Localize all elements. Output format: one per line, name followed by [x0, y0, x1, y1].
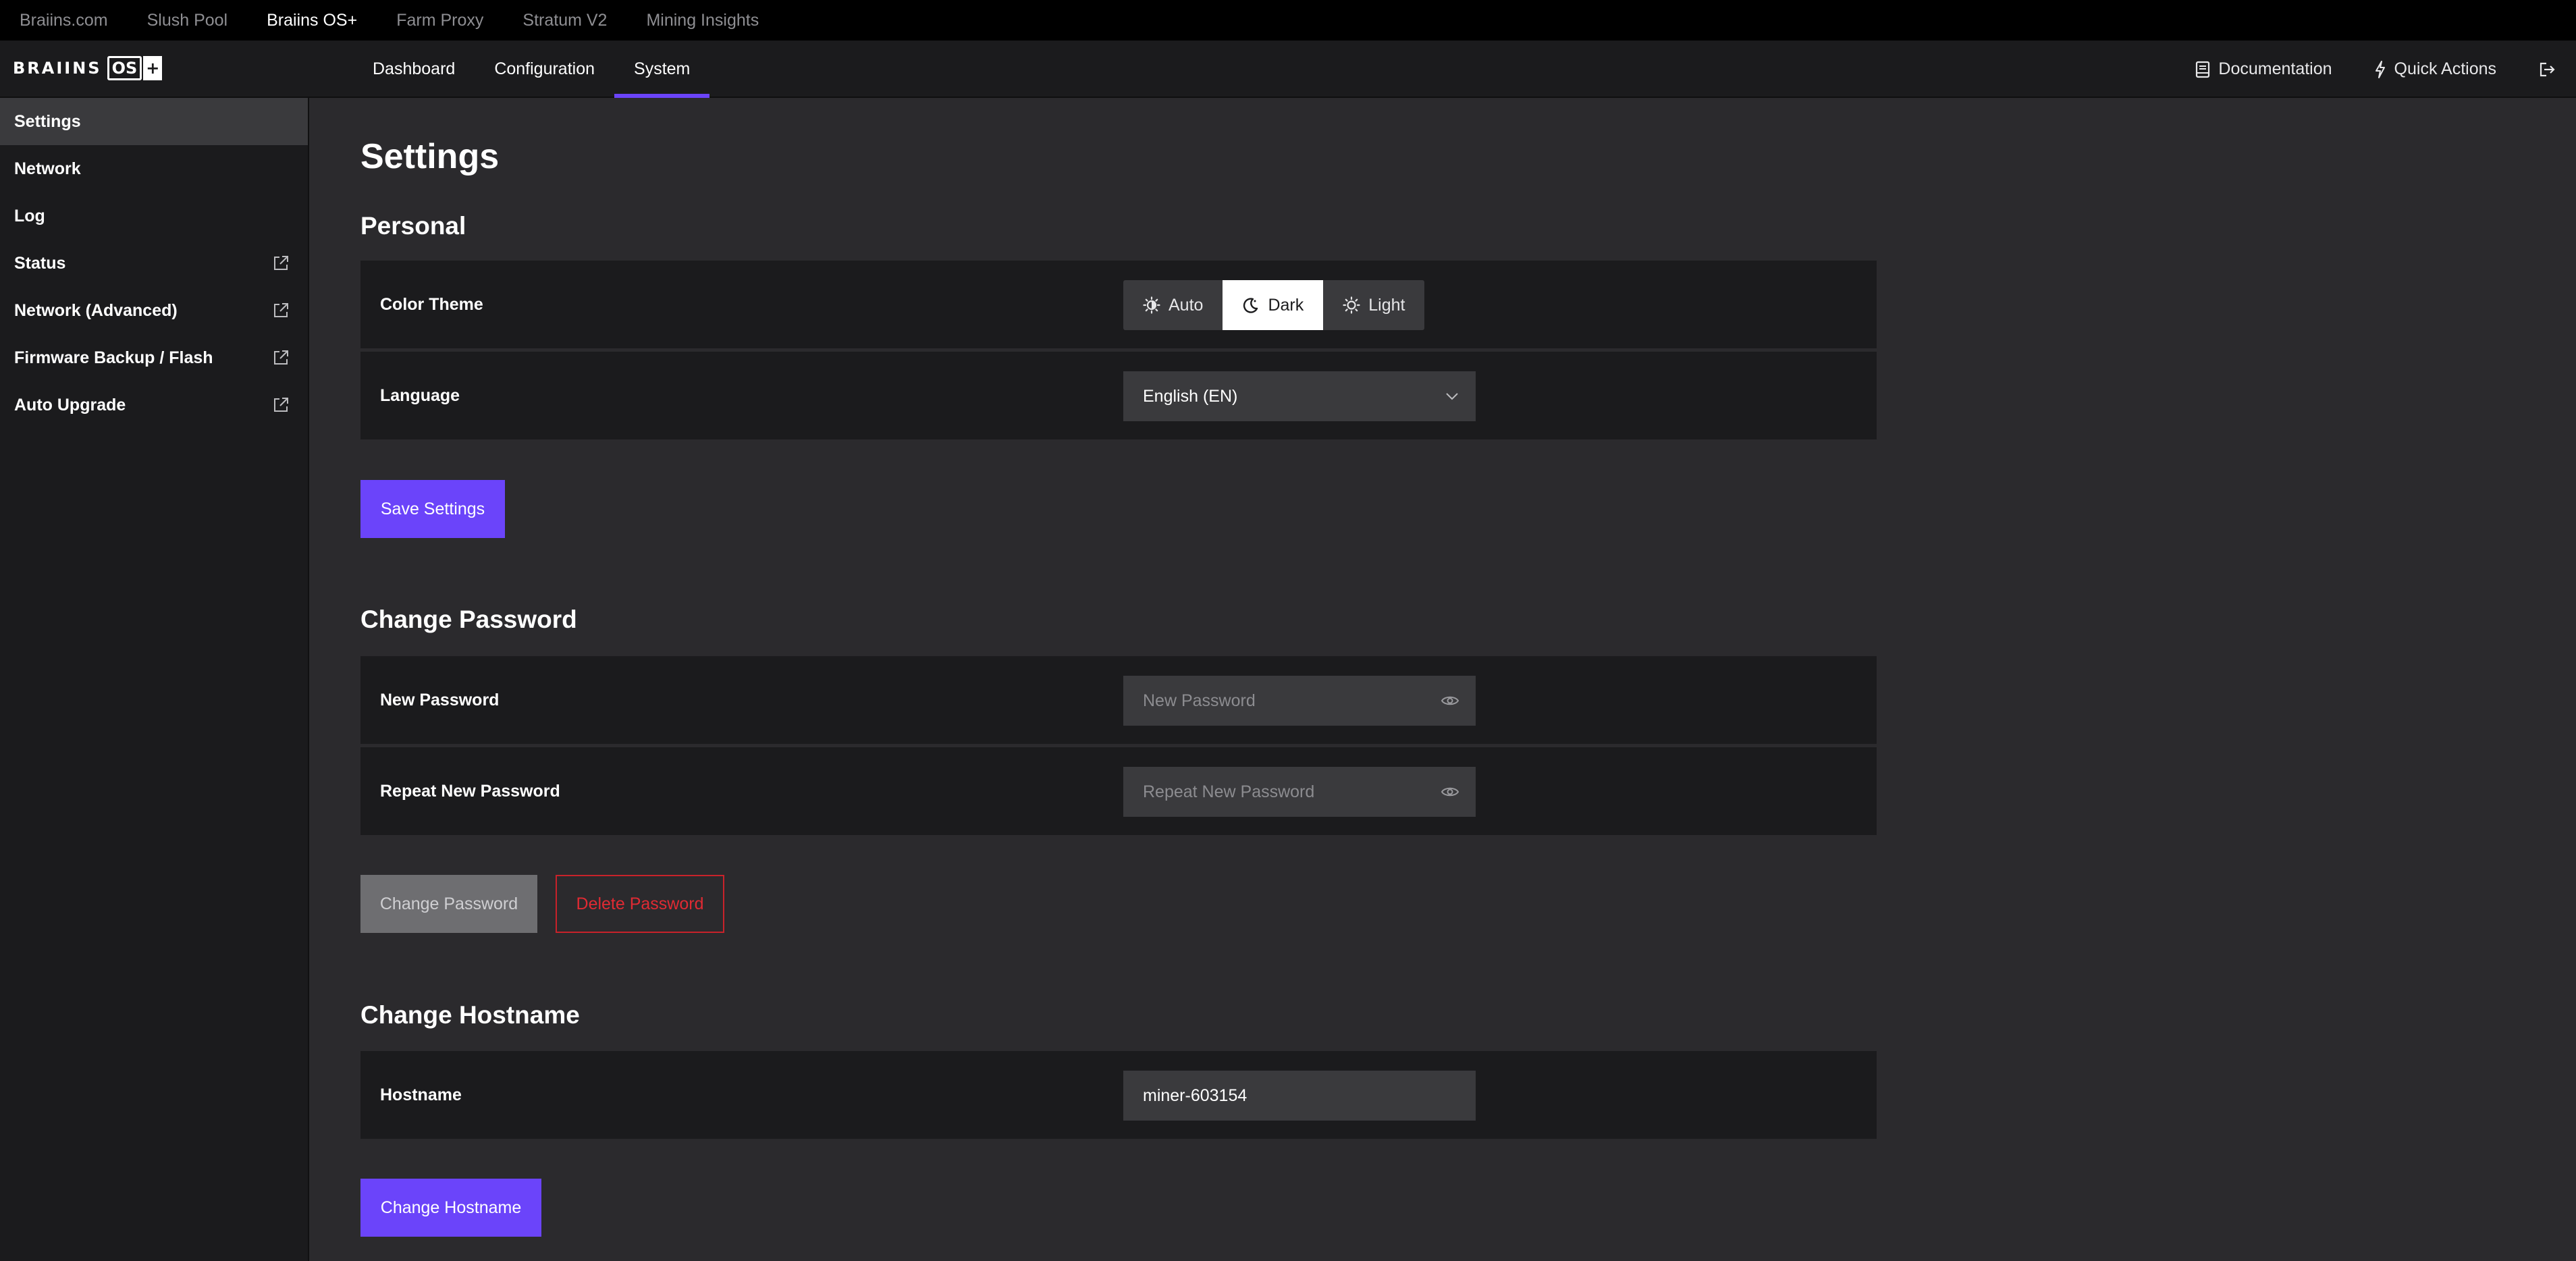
- language-label: Language: [380, 385, 460, 405]
- lightning-icon: [2375, 60, 2385, 78]
- page-title: Settings: [360, 137, 500, 176]
- repeat-password-input[interactable]: Repeat New Password: [1123, 767, 1476, 817]
- sidebar-item-label: Auto Upgrade: [14, 395, 126, 414]
- repeat-password-label: Repeat New Password: [380, 781, 560, 801]
- main-nav: Dashboard Configuration System: [353, 41, 710, 98]
- theme-light-label: Light: [1368, 295, 1405, 315]
- change-password-button[interactable]: Change Password: [360, 875, 537, 933]
- topbar-link-mining-insights[interactable]: Mining Insights: [646, 11, 759, 30]
- repeat-password-placeholder: Repeat New Password: [1143, 782, 1315, 801]
- external-link-icon: [274, 350, 288, 365]
- external-link-icon: [274, 398, 288, 412]
- auto-theme-icon: [1143, 296, 1160, 314]
- theme-light-button[interactable]: Light: [1323, 280, 1424, 330]
- topbar-link-slush-pool[interactable]: Slush Pool: [147, 11, 228, 30]
- sidebar-item-status[interactable]: Status: [0, 240, 308, 287]
- top-bar: Braiins.com Slush Pool Braiins OS+ Farm …: [0, 0, 2576, 41]
- hostname-row: Hostname miner-603154: [360, 1051, 1877, 1139]
- book-icon: [2196, 61, 2210, 78]
- hostname-input[interactable]: miner-603154: [1123, 1071, 1476, 1121]
- language-control: English (EN): [1123, 371, 1476, 421]
- sidebar-item-log[interactable]: Log: [0, 192, 308, 240]
- change-hostname-button[interactable]: Change Hostname: [360, 1179, 541, 1237]
- quick-actions-button[interactable]: Quick Actions: [2374, 59, 2496, 79]
- new-password-label: New Password: [380, 690, 500, 709]
- sidebar-item-label: Network: [14, 159, 81, 178]
- quick-actions-label: Quick Actions: [2394, 59, 2496, 78]
- external-link-icon: [274, 256, 288, 270]
- sidebar: Settings Network Log Status Network (Adv…: [0, 98, 309, 1261]
- new-password-placeholder: New Password: [1143, 691, 1256, 710]
- sidebar-item-label: Log: [14, 206, 45, 225]
- sun-icon: [1343, 296, 1360, 314]
- hostname-value: miner-603154: [1143, 1085, 1247, 1105]
- app-header: BRAIINS OS + Dashboard Configuration Sys…: [0, 41, 2576, 98]
- hostname-control: miner-603154: [1123, 1071, 1476, 1121]
- section-title-change-password: Change Password: [360, 606, 577, 633]
- documentation-label: Documentation: [2218, 59, 2332, 78]
- new-password-input[interactable]: New Password: [1123, 676, 1476, 726]
- eye-icon[interactable]: [1441, 785, 1459, 799]
- nav-tab-system[interactable]: System: [614, 41, 710, 98]
- new-password-row: New Password New Password: [360, 656, 1877, 744]
- sidebar-item-settings[interactable]: Settings: [0, 98, 308, 145]
- logout-button[interactable]: [2538, 61, 2556, 78]
- language-select[interactable]: English (EN): [1123, 371, 1476, 421]
- color-theme-control: Auto Dark Light: [1123, 280, 1425, 330]
- theme-dark-label: Dark: [1268, 295, 1304, 315]
- topbar-link-braiins-os[interactable]: Braiins OS+: [267, 11, 357, 30]
- braiins-os-logo[interactable]: BRAIINS OS +: [13, 55, 163, 81]
- chevron-down-icon: [1446, 393, 1458, 400]
- moon-icon: [1243, 298, 1258, 313]
- documentation-link[interactable]: Documentation: [2195, 59, 2332, 79]
- theme-dark-button[interactable]: Dark: [1223, 280, 1324, 330]
- nav-tab-dashboard[interactable]: Dashboard: [353, 41, 475, 98]
- topbar-link-farm-proxy[interactable]: Farm Proxy: [396, 11, 483, 30]
- section-title-personal: Personal: [360, 212, 466, 240]
- external-link-icon: [274, 303, 288, 317]
- sidebar-item-label: Status: [14, 253, 66, 273]
- topbar-link-stratum-v2[interactable]: Stratum V2: [522, 11, 607, 30]
- repeat-password-row: Repeat New Password Repeat New Password: [360, 747, 1877, 835]
- sidebar-item-label: Settings: [14, 111, 81, 131]
- topbar-link-braiins[interactable]: Braiins.com: [20, 11, 108, 30]
- language-row: Language English (EN): [360, 352, 1877, 439]
- sidebar-item-network-advanced[interactable]: Network (Advanced): [0, 287, 308, 334]
- color-theme-row: Color Theme Auto Dark Light: [360, 261, 1877, 348]
- sidebar-item-auto-upgrade[interactable]: Auto Upgrade: [0, 381, 308, 429]
- sidebar-item-firmware-backup[interactable]: Firmware Backup / Flash: [0, 334, 308, 381]
- logo-plus: +: [143, 56, 163, 80]
- section-title-change-hostname: Change Hostname: [360, 1001, 580, 1029]
- delete-password-button[interactable]: Delete Password: [556, 875, 724, 933]
- new-password-control: New Password: [1123, 676, 1476, 726]
- sidebar-item-label: Network (Advanced): [14, 300, 178, 320]
- theme-auto-button[interactable]: Auto: [1123, 280, 1223, 330]
- save-settings-button[interactable]: Save Settings: [360, 480, 505, 538]
- color-theme-label: Color Theme: [380, 294, 483, 314]
- nav-tab-configuration[interactable]: Configuration: [475, 41, 614, 98]
- eye-icon[interactable]: [1441, 694, 1459, 707]
- logo-text: BRAIINS: [13, 59, 102, 78]
- sidebar-item-network[interactable]: Network: [0, 145, 308, 192]
- theme-auto-label: Auto: [1169, 295, 1204, 315]
- logout-icon: [2540, 62, 2555, 76]
- hostname-label: Hostname: [380, 1085, 462, 1104]
- theme-toggle-group: Auto Dark Light: [1123, 280, 1425, 330]
- repeat-password-control: Repeat New Password: [1123, 767, 1476, 817]
- sidebar-item-label: Firmware Backup / Flash: [14, 348, 213, 367]
- logo-badge: OS: [107, 56, 142, 80]
- header-actions: Documentation Quick Actions: [2195, 41, 2576, 98]
- language-value: English (EN): [1143, 386, 1238, 406]
